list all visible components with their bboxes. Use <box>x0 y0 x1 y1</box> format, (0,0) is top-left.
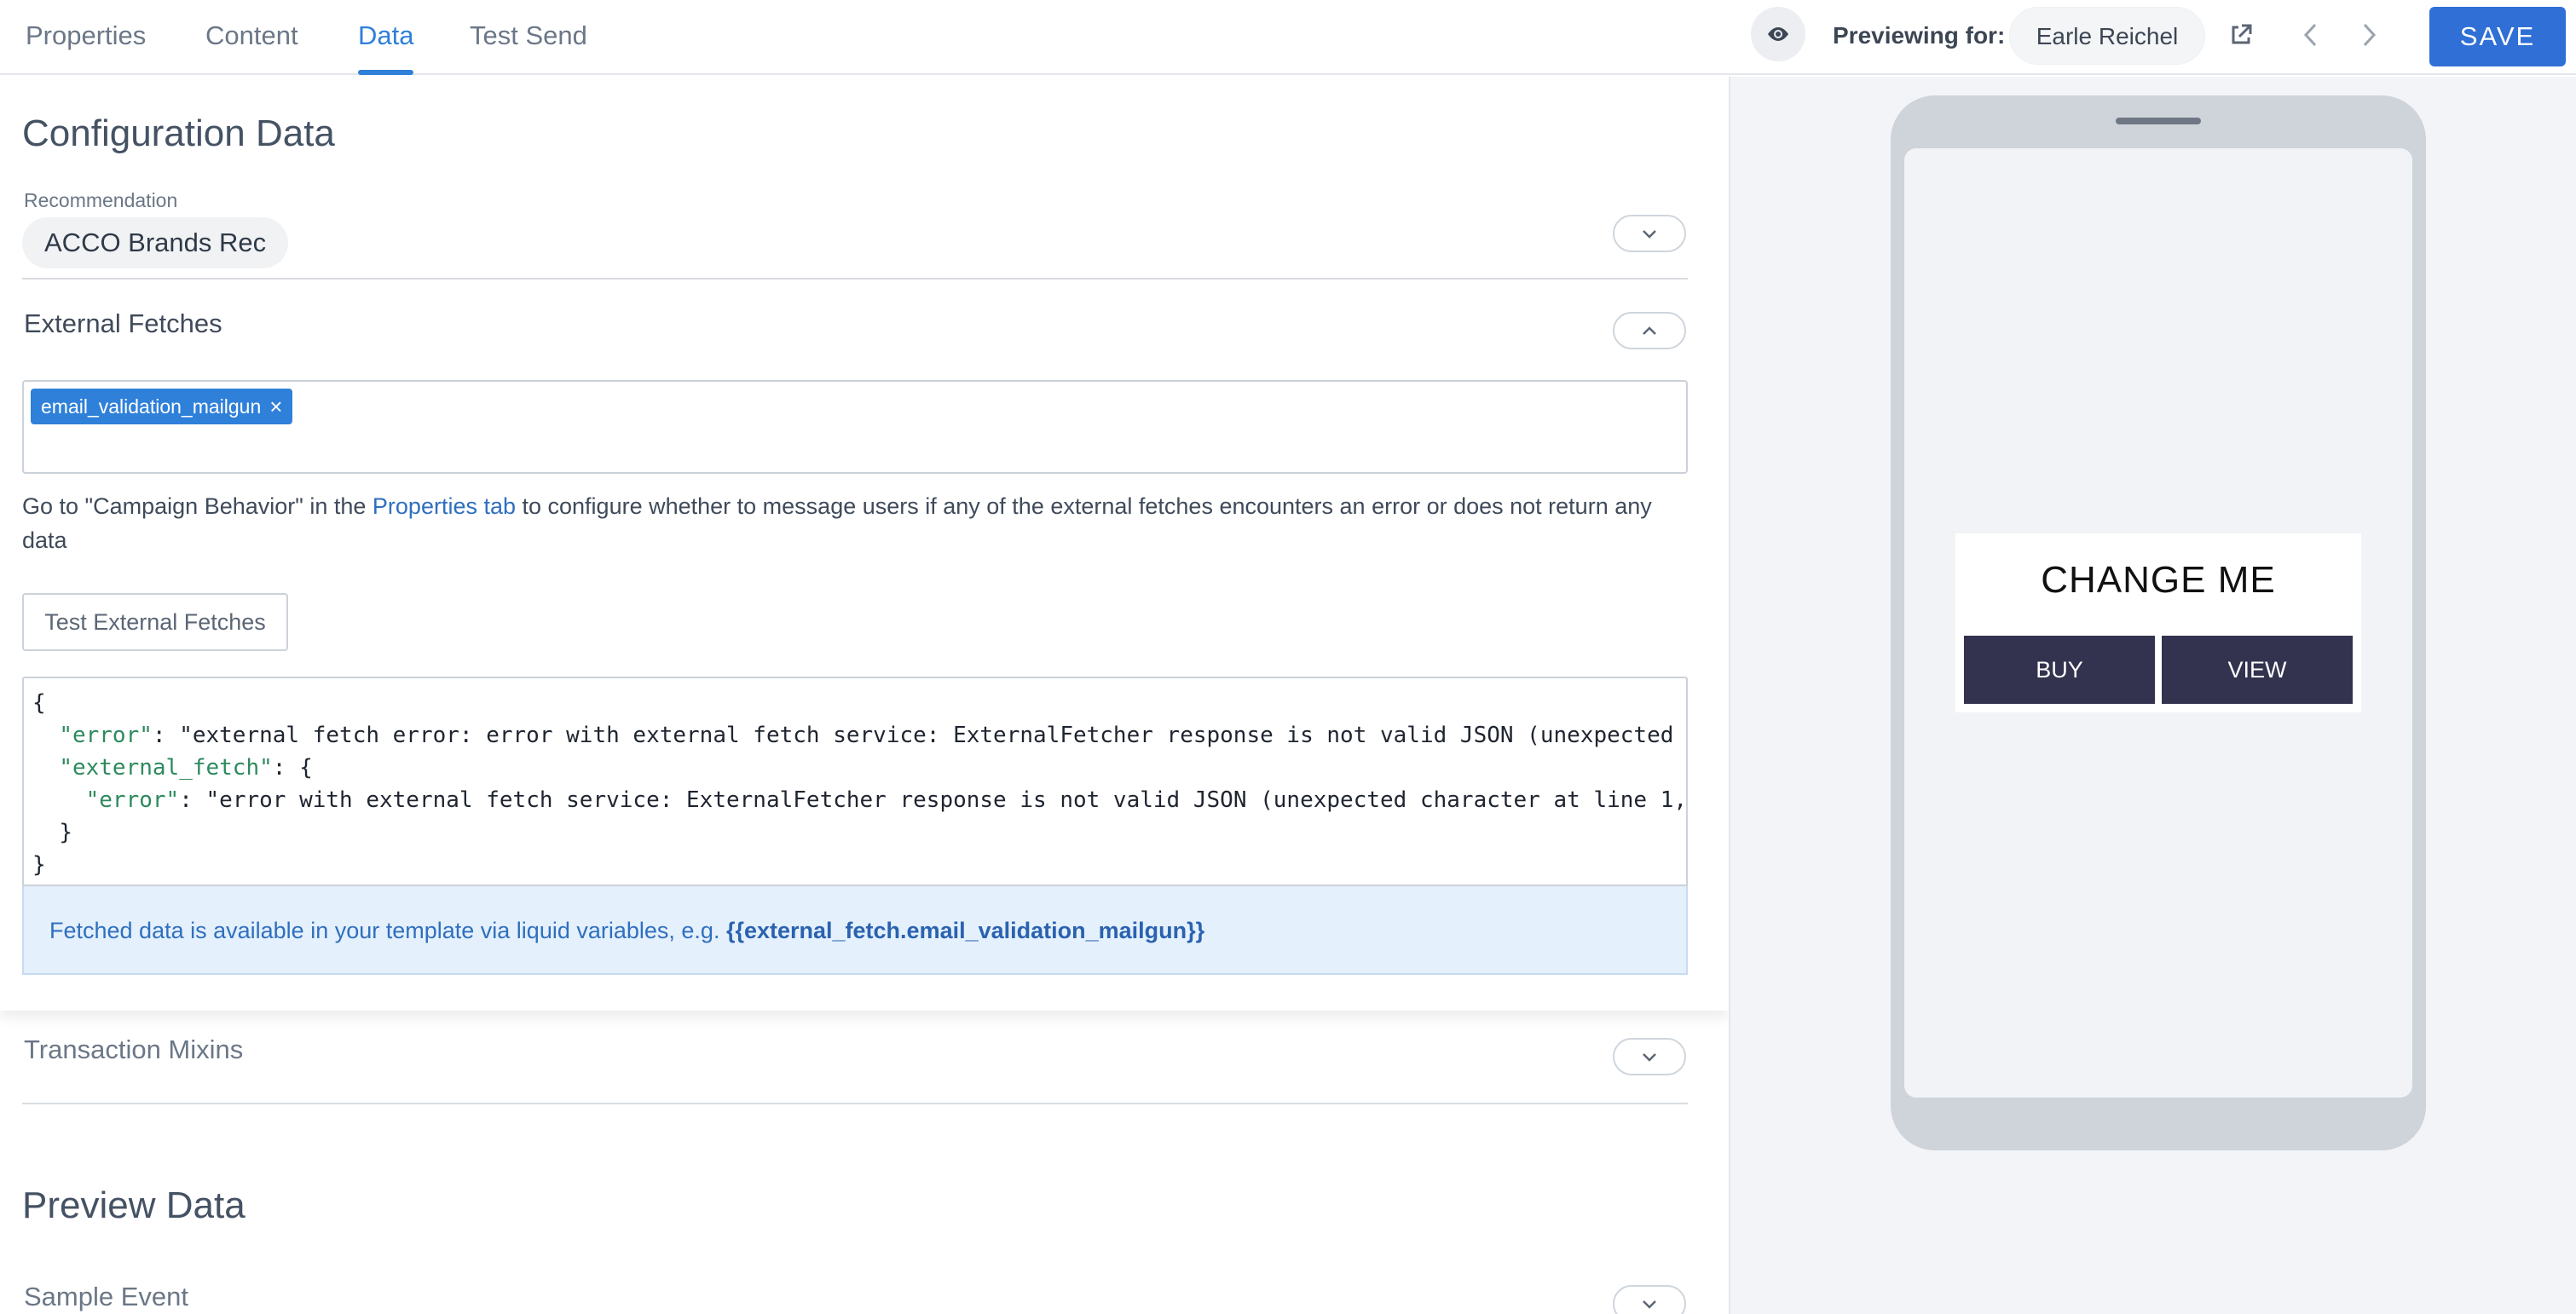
tab-properties[interactable]: Properties <box>26 0 146 75</box>
previewing-for-label: Previewing for: <box>1833 22 2006 49</box>
remove-tag-icon[interactable]: × <box>269 389 282 424</box>
code-line: "error": "external fetch error: error wi… <box>59 723 1674 748</box>
external-link-icon <box>2232 24 2252 44</box>
tag-label: email_validation_mailgun <box>41 395 262 418</box>
in-app-message: CHANGE ME BUY VIEW <box>1955 533 2361 712</box>
help-text-prefix: Go to "Campaign Behavior" in the <box>22 493 373 519</box>
chevron-down-icon <box>1643 230 1656 239</box>
fetch-result-code[interactable]: { "error": "external fetch error: error … <box>22 677 1688 886</box>
liquid-variable-example: {{external_fetch.email_validation_mailgu… <box>725 918 1205 943</box>
chevron-down-icon <box>1643 1300 1656 1309</box>
next-user-button[interactable] <box>2348 14 2390 56</box>
view-button[interactable]: VIEW <box>2162 636 2353 704</box>
chevron-up-icon <box>1643 326 1656 335</box>
tab-content[interactable]: Content <box>205 0 298 75</box>
section-divider <box>22 278 1688 280</box>
sample-event-title: Sample Event <box>24 1282 188 1311</box>
eye-icon <box>1768 27 1788 41</box>
campaign-behavior-help: Go to "Campaign Behavior" in the Propert… <box>22 489 1693 557</box>
sample-event-expand-button[interactable] <box>1613 1285 1686 1314</box>
phone-frame: CHANGE ME BUY VIEW <box>1891 95 2426 1150</box>
preview-user-select[interactable]: Earle Reichel <box>2009 7 2205 65</box>
open-preview-button[interactable] <box>2220 14 2262 56</box>
code-line: } <box>32 852 46 878</box>
chevron-left-icon <box>2303 23 2317 47</box>
save-button[interactable]: SAVE <box>2429 7 2566 66</box>
external-fetches-section: External Fetches email_validation_mailgu… <box>0 281 1729 1011</box>
recommendation-select[interactable]: ACCO Brands Rec <box>22 217 289 268</box>
code-line: "external_fetch": { <box>59 755 313 781</box>
info-text: Fetched data is available in your templa… <box>49 918 726 943</box>
buy-button[interactable]: BUY <box>1964 636 2155 704</box>
code-line: } <box>59 820 72 845</box>
liquid-variables-info: Fetched data is available in your templa… <box>22 886 1688 975</box>
external-fetch-tag: email_validation_mailgun × <box>31 389 293 424</box>
transaction-mixins-title: Transaction Mixins <box>24 1034 244 1064</box>
preview-data-title: Preview Data <box>22 1184 245 1226</box>
message-title: CHANGE ME <box>2041 559 2276 601</box>
test-external-fetches-button[interactable]: Test External Fetches <box>22 593 288 651</box>
external-fetches-title: External Fetches <box>24 308 222 338</box>
chevron-down-icon <box>1643 1053 1656 1062</box>
top-bar: Properties Content Data Test Send Previe… <box>0 0 2576 75</box>
tab-test-send[interactable]: Test Send <box>470 0 587 75</box>
code-line: "error": "error with external fetch serv… <box>85 787 1688 813</box>
properties-tab-link[interactable]: Properties tab <box>373 493 516 519</box>
data-panel: Configuration Data Recommendation ACCO B… <box>0 77 1729 1314</box>
previous-user-button[interactable] <box>2290 14 2332 56</box>
recommendation-expand-button[interactable] <box>1613 215 1686 252</box>
external-fetches-input[interactable]: email_validation_mailgun × <box>22 380 1688 474</box>
chevron-right-icon <box>2363 23 2377 47</box>
phone-speaker <box>2116 118 2201 124</box>
tab-data[interactable]: Data <box>358 0 414 75</box>
phone-screen: CHANGE ME BUY VIEW <box>1904 148 2412 1098</box>
preview-panel: CHANGE ME BUY VIEW <box>1729 77 2576 1314</box>
configuration-data-title: Configuration Data <box>22 112 335 154</box>
external-fetches-collapse-button[interactable] <box>1613 312 1686 349</box>
transaction-mixins-expand-button[interactable] <box>1613 1038 1686 1075</box>
preview-toggle-button[interactable] <box>1751 7 1805 61</box>
code-line: { <box>32 690 46 716</box>
recommendation-label: Recommendation <box>24 189 178 211</box>
section-divider <box>22 1103 1688 1104</box>
